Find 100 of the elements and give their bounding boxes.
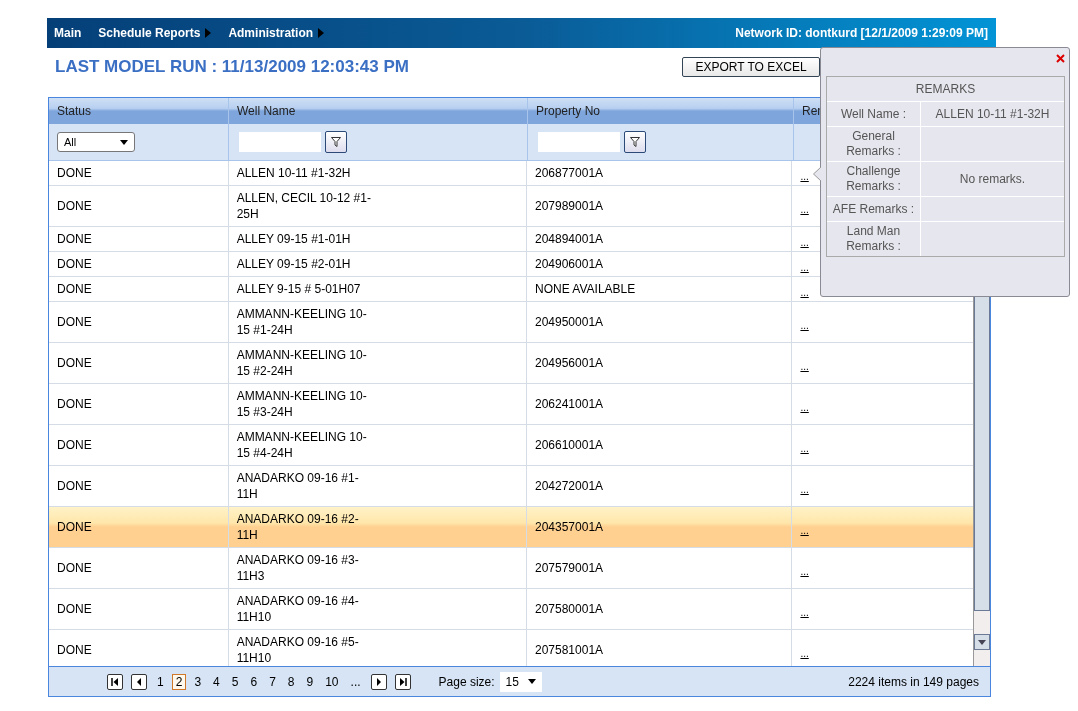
property-number-text: 207579001A (535, 560, 604, 576)
page-link[interactable]: 3 (190, 673, 206, 690)
previous-page-button[interactable] (131, 673, 147, 690)
field-label: AFE Remarks : (832, 201, 915, 217)
remarks-link[interactable]: ... (800, 317, 809, 333)
field-label: Land Man Remarks : (845, 224, 902, 254)
property-number-text: 206610001A (535, 437, 604, 453)
property-number-text: 204272001A (535, 478, 604, 494)
status-text: DONE (57, 165, 92, 181)
well-name-text: ANADARKO 09-16 #5-11H10 (236, 634, 360, 666)
funnel-icon (630, 137, 640, 147)
remarks-link[interactable]: ... (800, 604, 809, 620)
status-text: DONE (57, 519, 92, 535)
page-link[interactable]: 7 (265, 673, 280, 690)
nav-menu-item[interactable]: Main (47, 26, 82, 40)
field-label: Challenge Remarks : (845, 164, 902, 194)
status-text: DONE (57, 396, 92, 412)
remarks-link[interactable]: ... (800, 284, 809, 300)
property-number-text: 204906001A (535, 256, 604, 272)
remarks-link[interactable]: ... (800, 522, 809, 538)
status-text: DONE (57, 642, 92, 658)
well-name-text: ALLEY 09-15 #2-01H (236, 256, 352, 272)
remarks-link[interactable]: ... (800, 563, 809, 579)
filter-input[interactable] (239, 132, 321, 152)
previous-page-icon (135, 677, 143, 686)
property-number-text: NONE AVAILABLE (535, 281, 636, 297)
close-icon (1056, 54, 1065, 63)
well-name-text: AMMANN-KEELING 10-15 #1-24H (236, 306, 368, 338)
property-number-text: 207989001A (535, 198, 604, 214)
field-value: No remarks. (959, 172, 1026, 186)
dropdown-arrow-icon (120, 139, 128, 145)
page-link[interactable]: 1 (153, 673, 168, 690)
property-number-text: 204956001A (535, 355, 604, 371)
property-number-text: 204894001A (535, 231, 604, 247)
well-name-text: AMMANN-KEELING 10-15 #4-24H (236, 429, 368, 461)
remarks-link[interactable]: ... (800, 399, 809, 415)
page-link[interactable]: 2 (171, 673, 187, 690)
popup-title: REMARKS (827, 77, 1064, 102)
status-text: DONE (57, 314, 92, 330)
next-page-icon (374, 677, 383, 686)
pager-summary: 2224 items in 149 pages (848, 674, 980, 689)
first-page-icon (111, 677, 119, 686)
filter-button[interactable] (624, 131, 646, 153)
status-text: DONE (57, 281, 92, 297)
remarks-link[interactable]: ... (800, 234, 809, 250)
nav-menu-item[interactable]: Schedule Reports (91, 26, 212, 40)
down-arrow-icon (978, 639, 986, 645)
well-name-text: ALLEY 09-15 #1-01H (236, 231, 352, 247)
well-name-text: ALLEN, CECIL 10-12 #1-25H (236, 190, 372, 222)
page-link[interactable]: 8 (283, 673, 299, 690)
well-name-text: ANADARKO 09-16 #3-11H3 (236, 552, 360, 584)
well-name-text: ANADARKO 09-16 #1-11H (236, 470, 360, 502)
page-link[interactable]: 10 (321, 673, 343, 690)
remarks-link[interactable]: ... (800, 481, 809, 497)
filter-input[interactable] (538, 132, 620, 152)
page-link[interactable]: ... (346, 673, 365, 690)
well-name-text: ALLEN 10-11 #1-32H (236, 165, 352, 181)
well-name-text: ALLEY 9-15 # 5-01H07 (236, 281, 362, 297)
nav-menu-item[interactable]: Administration (221, 26, 325, 40)
status-text: DONE (57, 437, 92, 453)
close-button[interactable] (1056, 54, 1065, 63)
page-link[interactable]: 6 (246, 673, 262, 690)
funnel-icon (331, 137, 341, 147)
field-value: ALLEN 10-11 #1-32H (935, 107, 1050, 121)
remarks-link[interactable]: ... (800, 259, 809, 275)
property-number-text: 206877001A (535, 165, 604, 181)
field-label: Well Name : (840, 106, 907, 122)
page-link[interactable]: 4 (209, 673, 224, 690)
remarks-link[interactable]: ... (800, 645, 809, 661)
status-text: DONE (57, 256, 92, 272)
status-text: DONE (57, 198, 92, 214)
field-label: General Remarks : (845, 129, 902, 159)
remarks-link[interactable]: ... (800, 358, 809, 374)
selected-row[interactable]: DONE ANADARKO 09-16 #2-11H 204357001A ... (49, 507, 974, 548)
property-number-text: 207580001A (535, 601, 604, 617)
well-name-text: ANADARKO 09-16 #2-11H (236, 511, 360, 543)
status-text: DONE (57, 560, 92, 576)
page-link[interactable]: 5 (227, 673, 243, 690)
well-name-text: ANADARKO 09-16 #4-11H10 (236, 593, 360, 625)
page-size-label: Page size: (438, 674, 495, 689)
remarks-link[interactable]: ... (800, 201, 809, 217)
remarks-link[interactable]: ... (800, 440, 809, 456)
page-size-dropdown[interactable]: 15 (499, 671, 542, 692)
export-button[interactable]: EXPORT TO EXCEL (682, 56, 820, 77)
property-number-text: 207581001A (535, 642, 604, 658)
next-page-button[interactable] (370, 673, 387, 690)
status-filter-dropdown[interactable]: All (57, 132, 135, 152)
status-text: DONE (57, 231, 92, 247)
status-text: DONE (57, 355, 92, 371)
dropdown-arrow-icon (527, 679, 536, 684)
scroll-down-button[interactable] (974, 634, 990, 650)
page-link[interactable]: 9 (302, 673, 318, 690)
well-name-text: AMMANN-KEELING 10-15 #3-24H (236, 388, 368, 420)
last-page-icon (398, 677, 407, 686)
first-page-button[interactable] (107, 673, 123, 690)
network-id-text: Network ID: dontkurd [12/1/2009 1:29:09 PM] (735, 26, 989, 40)
property-number-text: 204950001A (535, 314, 604, 330)
remarks-link[interactable]: ... (800, 168, 809, 184)
filter-button[interactable] (325, 131, 347, 153)
last-page-button[interactable] (394, 673, 411, 690)
